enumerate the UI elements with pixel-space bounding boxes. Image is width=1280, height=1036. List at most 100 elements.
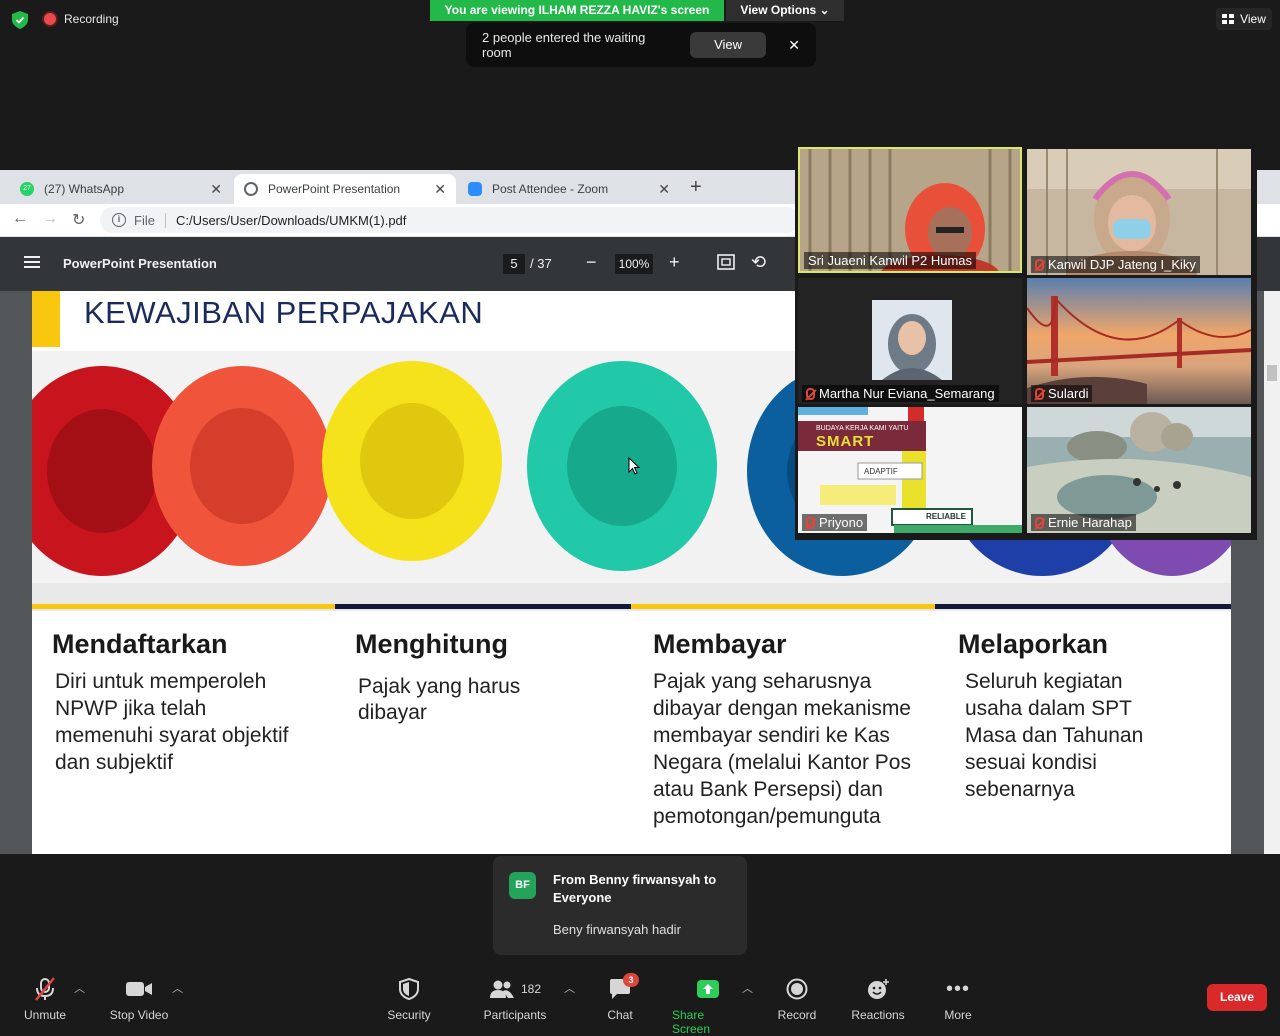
column-body: Pajak yang seharusnya dibayar dengan mek… xyxy=(653,670,911,828)
close-icon[interactable]: ✕ xyxy=(210,181,222,198)
more-button[interactable]: ••• More xyxy=(940,976,976,1023)
unmute-button[interactable]: Unmute xyxy=(22,976,68,1022)
participant-tile[interactable]: Sri Juaeni Kanwil P2 Humas xyxy=(798,147,1022,273)
fit-page-icon[interactable] xyxy=(717,254,735,275)
slide-text: BUDAYA KERJA KAMI YAITU xyxy=(816,425,909,432)
chat-unread-badge: 3 xyxy=(623,973,639,987)
pdf-scrollbar-thumb[interactable] xyxy=(1267,365,1277,381)
column-divider-stripe xyxy=(631,604,935,609)
menu-icon[interactable] xyxy=(24,256,40,268)
shield-icon[interactable] xyxy=(12,11,28,29)
participant-tile[interactable]: Kanwil DJP Jateng I_Kiky xyxy=(1027,149,1251,275)
column-body: Pajak yang harus dibayar xyxy=(358,675,521,724)
avatar: BF xyxy=(509,872,536,899)
view-layout-button[interactable]: View xyxy=(1216,8,1272,30)
rotate-icon[interactable]: ⟲ xyxy=(751,252,766,273)
participant-tile[interactable]: Martha Nur Eviana_Semarang xyxy=(798,278,1022,404)
mic-muted-icon xyxy=(32,976,58,1002)
page-total: / 37 xyxy=(530,256,552,271)
column-body: Diri untuk memperoleh NPWP jika telah me… xyxy=(55,670,289,774)
stop-video-button[interactable]: Stop Video xyxy=(104,976,174,1022)
globe-icon xyxy=(244,182,258,196)
mic-muted-icon xyxy=(806,387,815,400)
chat-label: Chat xyxy=(607,1008,633,1022)
share-screen-label: Share Screen xyxy=(672,1008,711,1036)
column-divider-stripe xyxy=(935,604,1231,609)
slide-text: RELIABLE xyxy=(926,512,966,521)
participants-icon: 182 xyxy=(489,976,541,1002)
tab-zoom[interactable]: Post Attendee - Zoom ✕ xyxy=(458,174,680,204)
more-dots-icon: ••• xyxy=(945,977,970,1000)
view-options-button[interactable]: View Options ⌄ xyxy=(726,0,844,21)
record-icon xyxy=(786,976,808,1002)
leave-button[interactable]: Leave xyxy=(1207,984,1267,1011)
mic-muted-icon xyxy=(1035,387,1044,400)
slide-text: ADAPTIF xyxy=(864,467,898,476)
view-label: View xyxy=(1240,12,1266,26)
column-heading: Membayar xyxy=(653,629,787,659)
security-button[interactable]: Security xyxy=(384,976,434,1022)
participants-count: 182 xyxy=(520,982,542,996)
close-icon[interactable]: ✕ xyxy=(788,37,800,54)
participant-name: Martha Nur Eviana_Semarang xyxy=(802,385,999,402)
forward-arrow-icon[interactable]: → xyxy=(42,210,58,228)
file-scheme-label: File xyxy=(134,212,166,228)
zoom-in-icon[interactable]: + xyxy=(669,252,680,273)
participants-button[interactable]: 182 Participants xyxy=(480,976,550,1022)
participants-label: Participants xyxy=(483,1008,547,1022)
reactions-label: Reactions xyxy=(851,1008,905,1022)
tab-whatsapp[interactable]: 27 (27) WhatsApp ✕ xyxy=(10,174,232,204)
title-accent-bar xyxy=(32,291,60,347)
reactions-button[interactable]: Reactions xyxy=(850,976,906,1022)
column-heading: Melaporkan xyxy=(958,629,1109,659)
column-body: Seluruh kegiatan usaha dalam SPT Masa da… xyxy=(965,670,1144,801)
close-icon[interactable]: ✕ xyxy=(658,181,670,198)
chevron-up-icon[interactable]: ︿ xyxy=(564,980,575,996)
slide-title: KEWAJIBAN PERPAJAKAN xyxy=(84,295,484,330)
share-screen-button[interactable]: Share Screen xyxy=(672,976,744,1036)
slide-column: Menghitung Pajak yang harus dibayar xyxy=(355,629,555,726)
chat-sender: From Benny firwansyah to Everyone xyxy=(553,872,717,905)
chevron-up-icon[interactable]: ︿ xyxy=(74,980,85,996)
tab-label: Post Attendee - Zoom xyxy=(492,182,609,196)
tab-powerpoint[interactable]: PowerPoint Presentation ✕ xyxy=(234,174,456,204)
participant-tile[interactable]: Ernie Harahap xyxy=(1027,407,1251,533)
tab-label: PowerPoint Presentation xyxy=(268,182,401,196)
slide-text: SMART xyxy=(816,433,875,450)
close-icon[interactable]: ✕ xyxy=(434,181,446,198)
pdf-title: PowerPoint Presentation xyxy=(63,256,217,271)
address-input[interactable]: i File C:/Users/User/Downloads/UMKM(1).p… xyxy=(100,207,800,233)
record-button[interactable]: Record xyxy=(776,976,818,1022)
participant-tile[interactable]: Sulardi xyxy=(1027,278,1251,404)
mic-muted-icon xyxy=(1035,516,1044,529)
chevron-up-icon[interactable]: ︿ xyxy=(742,980,753,996)
mouse-cursor-icon xyxy=(628,456,641,480)
slide-column: Melaporkan Seluruh kegiatan usaha dalam … xyxy=(958,629,1178,803)
reload-icon[interactable]: ↻ xyxy=(72,210,85,230)
meeting-controls: Unmute ︿ Stop Video ︿ Security 182 Parti… xyxy=(0,966,1280,1036)
chat-message: Beny firwansyah hadir xyxy=(553,922,681,937)
back-arrow-icon[interactable]: ← xyxy=(12,210,28,228)
participant-name: Sulardi xyxy=(1031,385,1093,402)
chat-notification[interactable]: BF From Benny firwansyah to Everyone Ben… xyxy=(493,856,747,955)
new-tab-button[interactable]: + xyxy=(690,176,702,199)
tab-label: (27) WhatsApp xyxy=(44,182,125,196)
mic-muted-icon xyxy=(806,516,815,529)
page-number-input[interactable]: 5 xyxy=(503,254,525,274)
recording-label: Recording xyxy=(64,12,119,26)
recording-indicator[interactable]: Recording xyxy=(44,12,119,26)
emoji-icon xyxy=(866,976,890,1002)
participant-tile[interactable]: BUDAYA KERJA KAMI YAITU SMART ADAPTIF RE… xyxy=(798,407,1022,533)
participant-name: Priyono xyxy=(802,514,868,531)
stop-video-label: Stop Video xyxy=(109,1008,169,1022)
info-icon[interactable]: i xyxy=(112,213,126,227)
waiting-room-view-button[interactable]: View xyxy=(689,32,767,58)
chevron-up-icon[interactable]: ︿ xyxy=(172,980,183,996)
waiting-room-notification: 2 people entered the waiting room View ✕ xyxy=(466,23,816,67)
zoom-level-input[interactable]: 100% xyxy=(615,254,653,274)
record-dot-icon xyxy=(44,13,56,25)
zoom-out-icon[interactable]: − xyxy=(586,252,597,273)
grid-icon xyxy=(1222,14,1235,24)
address-text: C:/Users/User/Downloads/UMKM(1).pdf xyxy=(175,212,407,228)
column-divider-stripe xyxy=(32,604,335,609)
